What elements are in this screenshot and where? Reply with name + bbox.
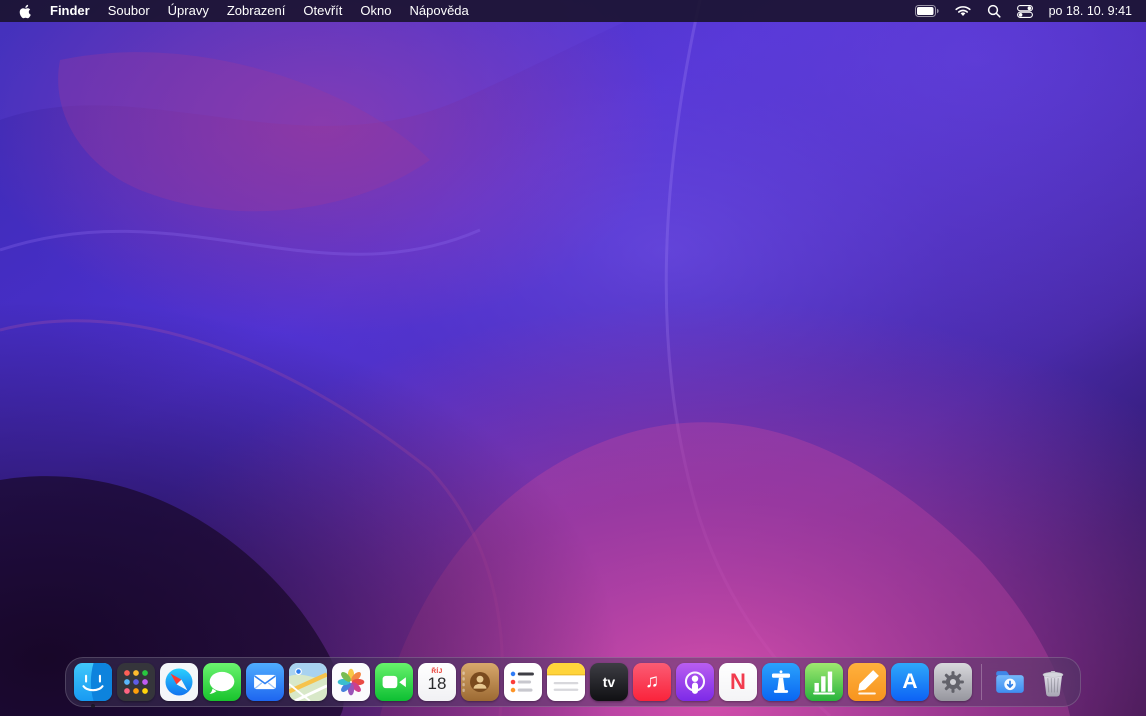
dock-item-numbers[interactable]: [805, 663, 843, 701]
dock-item-notes[interactable]: [547, 663, 585, 701]
maps-icon: [289, 663, 327, 701]
dock-item-mail[interactable]: [246, 663, 284, 701]
dock-item-news[interactable]: N: [719, 663, 757, 701]
trash-icon: [1034, 663, 1072, 701]
launchpad-icon: [117, 663, 155, 701]
pages-icon: [848, 663, 886, 701]
menu-okno[interactable]: Okno: [351, 0, 400, 22]
dock-item-messages[interactable]: [203, 663, 241, 701]
control-center-icon[interactable]: [1011, 0, 1039, 22]
dock-item-trash[interactable]: [1034, 663, 1072, 701]
downloads-folder-icon: [991, 663, 1029, 701]
spotlight-search-icon[interactable]: [981, 0, 1007, 22]
battery-icon[interactable]: [909, 0, 945, 22]
dock-item-keynote[interactable]: [762, 663, 800, 701]
safari-icon: [160, 663, 198, 701]
menu-bar-clock[interactable]: po 18. 10. 9:41: [1043, 4, 1136, 18]
podcasts-icon: [676, 663, 714, 701]
news-icon: N: [719, 663, 757, 701]
apple-menu[interactable]: [10, 0, 41, 22]
menu-soubor[interactable]: Soubor: [99, 0, 159, 22]
dock-item-tv[interactable]: tv: [590, 663, 628, 701]
dock: ŘÍJ 18 tv ♫ N A: [65, 657, 1081, 707]
desktop: Finder Soubor Úpravy Zobrazení Otevřít O…: [0, 0, 1146, 716]
dock-item-system-preferences[interactable]: [934, 663, 972, 701]
music-note-glyph: ♫: [644, 671, 660, 692]
menu-otevrit[interactable]: Otevřít: [294, 0, 351, 22]
dock-item-pages[interactable]: [848, 663, 886, 701]
menu-bar-status: po 18. 10. 9:41: [909, 0, 1136, 22]
app-store-icon: A: [891, 663, 929, 701]
menu-upravy[interactable]: Úpravy: [159, 0, 218, 22]
reminders-icon: [504, 663, 542, 701]
dock-item-safari[interactable]: [160, 663, 198, 701]
calendar-icon: ŘÍJ 18: [418, 663, 456, 701]
calendar-day-label: 18: [427, 674, 447, 693]
menu-napoveda[interactable]: Nápověda: [400, 0, 477, 22]
dock-item-facetime[interactable]: [375, 663, 413, 701]
dock-separator: [981, 664, 982, 700]
menu-bar-left: Finder Soubor Úpravy Zobrazení Otevřít O…: [10, 0, 478, 22]
dock-item-finder[interactable]: [74, 663, 112, 701]
keynote-icon: [762, 663, 800, 701]
dock-item-contacts[interactable]: [461, 663, 499, 701]
numbers-icon: [805, 663, 843, 701]
photos-icon: [332, 663, 370, 701]
tv-label: tv: [602, 674, 616, 690]
mail-icon: [246, 663, 284, 701]
dock-item-launchpad[interactable]: [117, 663, 155, 701]
dock-item-photos[interactable]: [332, 663, 370, 701]
facetime-icon: [375, 663, 413, 701]
finder-icon: [74, 663, 112, 701]
menu-finder[interactable]: Finder: [41, 0, 99, 22]
system-preferences-icon: [934, 663, 972, 701]
contacts-icon: [461, 663, 499, 701]
dock-item-app-store[interactable]: A: [891, 663, 929, 701]
dock-item-podcasts[interactable]: [676, 663, 714, 701]
dock-item-reminders[interactable]: [504, 663, 542, 701]
news-letter: N: [730, 669, 746, 694]
dock-item-downloads[interactable]: [991, 663, 1029, 701]
tv-icon: tv: [590, 663, 628, 701]
dock-item-maps[interactable]: [289, 663, 327, 701]
notes-icon: [547, 663, 585, 701]
wallpaper-image: [0, 0, 1146, 716]
apple-logo-icon: [19, 4, 31, 18]
wifi-icon[interactable]: [949, 0, 977, 22]
dock-item-music[interactable]: ♫: [633, 663, 671, 701]
music-icon: ♫: [633, 663, 671, 701]
menu-bar: Finder Soubor Úpravy Zobrazení Otevřít O…: [0, 0, 1146, 22]
messages-icon: [203, 663, 241, 701]
dock-item-calendar[interactable]: ŘÍJ 18: [418, 663, 456, 701]
app-store-letter: A: [902, 670, 918, 693]
menu-zobrazeni[interactable]: Zobrazení: [218, 0, 295, 22]
